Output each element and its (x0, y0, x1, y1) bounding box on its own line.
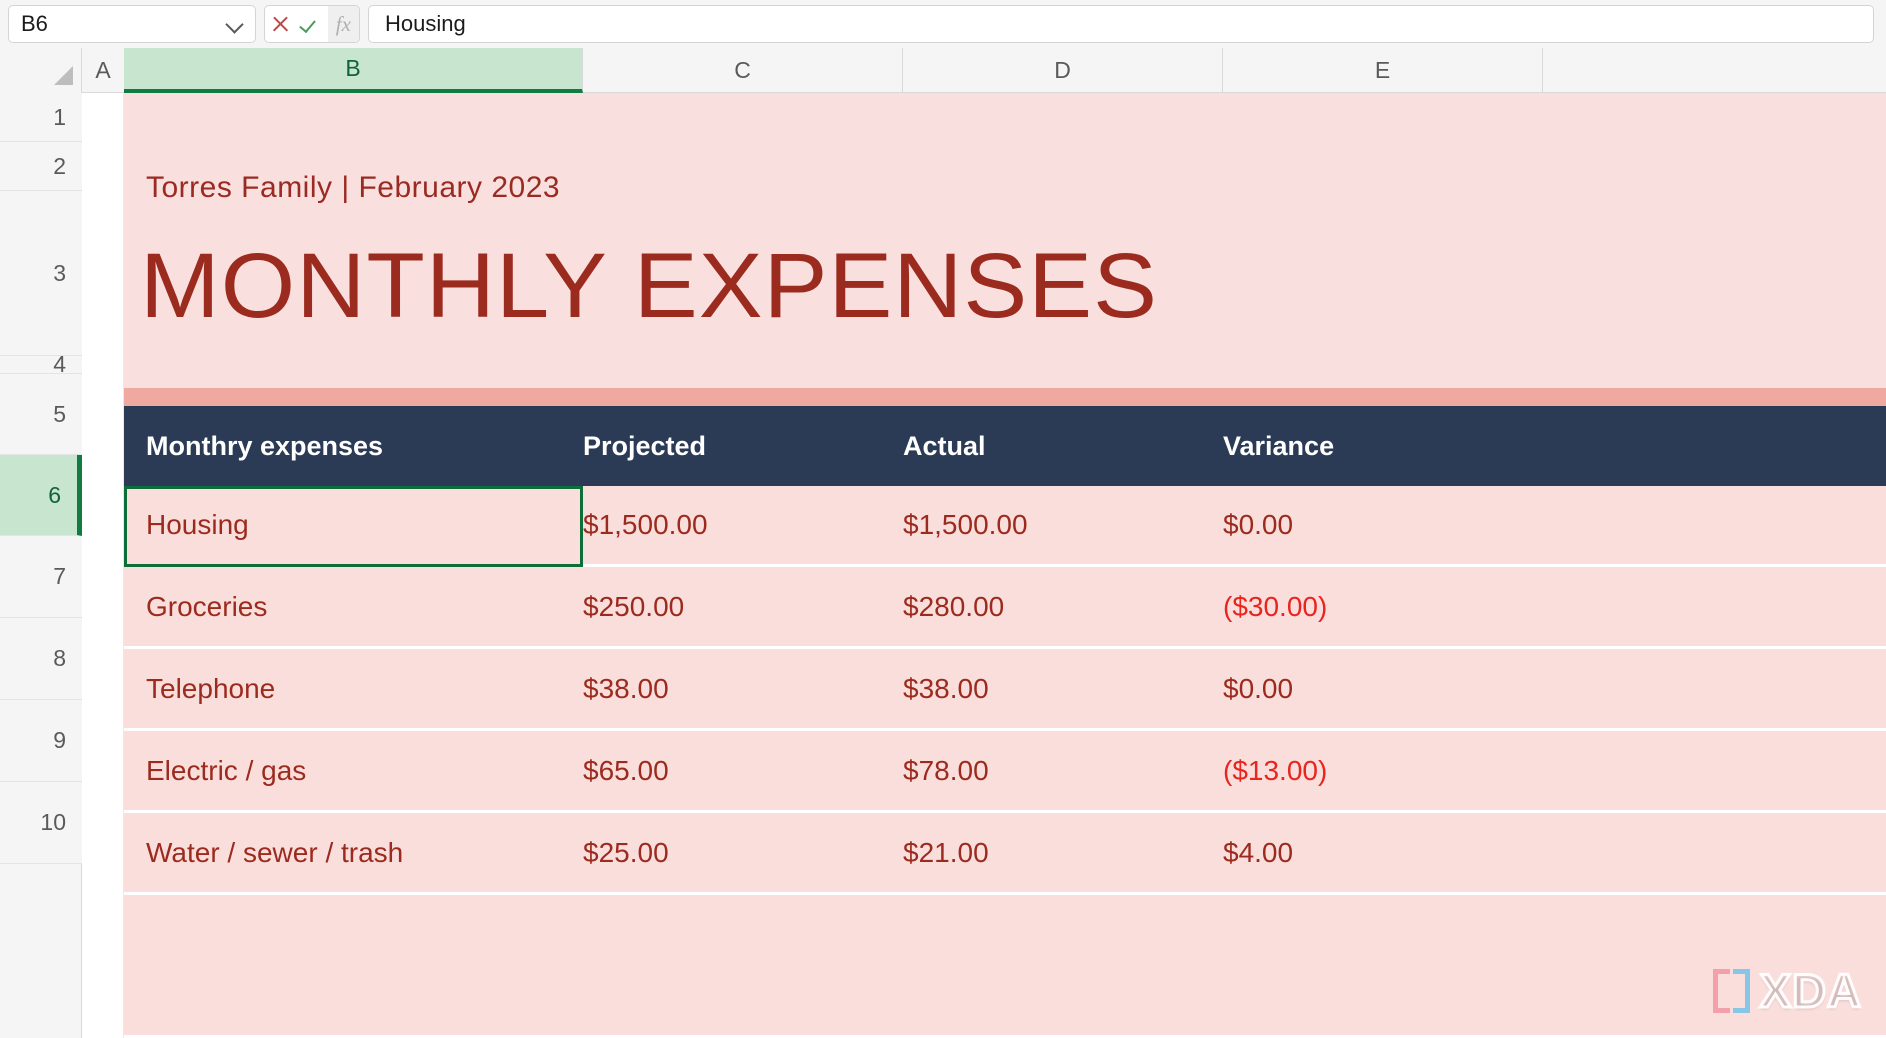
column-header-actual: Actual (903, 430, 986, 461)
cell-expense-name[interactable]: Groceries (146, 567, 583, 646)
table-row[interactable]: Telephone $38.00 $38.00 $0.00 (124, 649, 1886, 731)
cell-actual[interactable]: $21.00 (903, 813, 1223, 892)
column-header-d[interactable]: D (903, 48, 1223, 93)
column-header-b[interactable]: B (124, 48, 583, 93)
check-icon (301, 15, 322, 34)
name-box-value: B6 (21, 11, 48, 36)
formula-bar: B6 fx Housing (0, 0, 1886, 48)
column-header-projected: Projected (583, 430, 707, 461)
cell-projected[interactable]: $25.00 (583, 813, 903, 892)
function-icon: fx (335, 11, 351, 36)
cell-actual[interactable]: $38.00 (903, 649, 1223, 728)
table-row[interactable] (124, 895, 1886, 1038)
row-header-8[interactable]: 8 (0, 618, 82, 700)
row-header-6[interactable]: 6 (0, 455, 82, 536)
column-header-c[interactable]: C (583, 48, 903, 93)
cell-expense-name[interactable]: Water / sewer / trash (146, 813, 583, 892)
cell-expense-name[interactable]: Telephone (146, 649, 583, 728)
column-header-e[interactable]: E (1223, 48, 1543, 93)
formula-action-group: fx (264, 5, 360, 43)
table-row[interactable]: Water / sewer / trash $25.00 $21.00 $4.0… (124, 813, 1886, 895)
column-header-f[interactable] (1543, 48, 1886, 93)
cell-variance[interactable]: ($13.00) (1223, 731, 1543, 810)
cell-projected[interactable]: $1,500.00 (583, 486, 903, 564)
row-header-4[interactable]: 4 (0, 351, 82, 377)
select-all-triangle-icon (54, 66, 73, 85)
table-header-row: Monthry expenses Projected Actual Varian… (124, 406, 1886, 486)
title-block: Torres Family | February 2023 MONTHLY EX… (124, 93, 1886, 388)
cell-projected[interactable]: $38.00 (583, 649, 903, 728)
row-header-10[interactable]: 10 (0, 782, 82, 864)
cell-projected[interactable]: $65.00 (583, 731, 903, 810)
cell-actual[interactable]: $1,500.00 (903, 486, 1223, 564)
cell-variance[interactable]: $0.00 (1223, 486, 1543, 564)
column-header-variance: Variance (1223, 430, 1335, 461)
cell-projected[interactable]: $250.00 (583, 567, 903, 646)
cell-expense-name[interactable]: Electric / gas (146, 731, 583, 810)
row-header-5[interactable]: 5 (0, 374, 82, 455)
formula-input-value: Housing (385, 11, 466, 36)
row-header-1[interactable]: 1 (0, 93, 82, 142)
page-title: MONTHLY EXPENSES (140, 235, 1159, 337)
cell-expense-name[interactable]: Housing (146, 486, 583, 564)
sheet-subtitle: Torres Family | February 2023 (146, 171, 561, 204)
column-header-a[interactable]: A (82, 48, 124, 93)
cell-actual[interactable]: $280.00 (903, 567, 1223, 646)
close-icon (271, 15, 290, 34)
row-header-9[interactable]: 9 (0, 700, 82, 782)
cell-variance[interactable]: $4.00 (1223, 813, 1543, 892)
select-all-corner[interactable] (0, 48, 82, 93)
row-header-2[interactable]: 2 (0, 142, 82, 191)
row-header-7[interactable]: 7 (0, 536, 82, 618)
cancel-button[interactable] (265, 6, 296, 42)
column-header-row: A B C D E (0, 48, 1886, 93)
table-row[interactable]: Electric / gas $65.00 $78.00 ($13.00) (124, 731, 1886, 813)
name-box[interactable]: B6 (8, 5, 256, 43)
cell-actual[interactable]: $78.00 (903, 731, 1223, 810)
spreadsheet-grid: A B C D E 1 2 3 4 5 6 7 8 9 10 Torres Fa… (0, 48, 1886, 1038)
insert-function-button[interactable]: fx (327, 6, 359, 42)
row-header-3[interactable]: 3 (0, 191, 82, 356)
table-row[interactable]: Housing $1,500.00 $1,500.00 $0.00 (124, 486, 1886, 567)
column-a-cells[interactable] (82, 93, 124, 1038)
column-header-expenses: Monthry expenses (146, 430, 384, 461)
table-row[interactable]: Groceries $250.00 $280.00 ($30.00) (124, 567, 1886, 649)
row-header-gutter: 1 2 3 4 5 6 7 8 9 10 (0, 93, 82, 1038)
divider-band (124, 388, 1886, 406)
sheet-content: Torres Family | February 2023 MONTHLY EX… (124, 93, 1886, 1038)
formula-input[interactable]: Housing (368, 5, 1874, 43)
cell-variance[interactable]: $0.00 (1223, 649, 1543, 728)
cell-variance[interactable]: ($30.00) (1223, 567, 1543, 646)
confirm-button[interactable] (296, 6, 327, 42)
chevron-down-icon[interactable] (227, 16, 243, 32)
